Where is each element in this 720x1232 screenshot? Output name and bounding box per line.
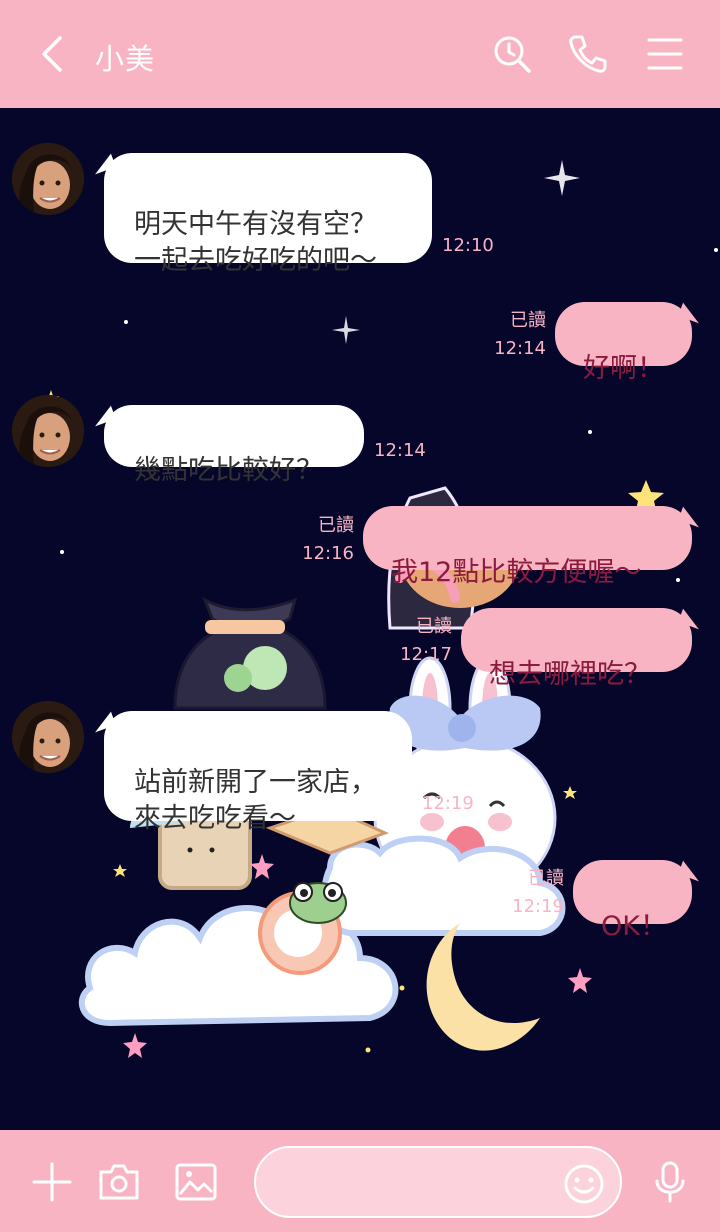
avatar[interactable] bbox=[12, 143, 84, 215]
contact-photo bbox=[12, 701, 84, 773]
message-time: 12:14 bbox=[374, 440, 426, 461]
message-text: 站前新開了一家店， 來去吃吃看～ bbox=[134, 767, 377, 834]
message-time: 12:10 bbox=[442, 235, 494, 256]
message-bubble-outgoing[interactable]: 想去哪裡吃？ bbox=[461, 608, 692, 690]
contact-photo bbox=[12, 143, 84, 215]
avatar[interactable] bbox=[12, 395, 84, 467]
chat-header: 小美 bbox=[0, 0, 720, 108]
read-receipt: 已讀 bbox=[318, 515, 354, 536]
message-bubble-outgoing[interactable]: 好啊！ bbox=[555, 302, 692, 384]
message-bubble-incoming[interactable]: 幾點吃比較好？ bbox=[104, 405, 364, 486]
message-time: 12:17 bbox=[400, 644, 452, 665]
message-text: 想去哪裡吃？ bbox=[489, 659, 651, 690]
search-icon[interactable] bbox=[490, 32, 534, 76]
smiley-icon[interactable] bbox=[562, 1162, 606, 1206]
message-text: OK！ bbox=[601, 911, 667, 942]
contact-photo bbox=[12, 395, 84, 467]
plus-icon[interactable] bbox=[30, 1160, 74, 1204]
message-input-container[interactable] bbox=[254, 1146, 622, 1218]
phone-icon[interactable] bbox=[566, 32, 610, 76]
chat-area[interactable]: 明天中午有沒有空？ 一起去吃好吃的吧～ 12:10 已讀 12:14 好啊！ 幾… bbox=[0, 108, 720, 1130]
input-bar bbox=[0, 1130, 720, 1232]
message-bubble-incoming[interactable]: 站前新開了一家店， 來去吃吃看～ bbox=[104, 711, 412, 834]
read-receipt: 已讀 bbox=[528, 868, 564, 889]
message-text: 我12點比較方便喔～ bbox=[391, 557, 642, 588]
message-bubble-outgoing[interactable]: 我12點比較方便喔～ bbox=[363, 506, 692, 588]
camera-icon[interactable] bbox=[97, 1160, 141, 1204]
message-text: 明天中午有沒有空？ 一起去吃好吃的吧～ bbox=[134, 209, 377, 276]
menu-icon[interactable] bbox=[643, 32, 687, 76]
avatar[interactable] bbox=[12, 701, 84, 773]
chat-title: 小美 bbox=[95, 42, 156, 76]
message-time: 12:19 bbox=[422, 793, 474, 814]
microphone-icon[interactable] bbox=[648, 1160, 692, 1204]
read-receipt: 已讀 bbox=[416, 616, 452, 637]
message-bubble-outgoing[interactable]: OK！ bbox=[573, 860, 692, 942]
message-time: 12:19 bbox=[512, 896, 564, 917]
read-receipt: 已讀 bbox=[510, 310, 546, 331]
message-text: 幾點吃比較好？ bbox=[134, 455, 323, 486]
message-time: 12:16 bbox=[302, 543, 354, 564]
image-icon[interactable] bbox=[174, 1160, 218, 1204]
chevron-left-icon[interactable] bbox=[34, 34, 70, 74]
message-input[interactable] bbox=[276, 1166, 556, 1200]
message-text: 好啊！ bbox=[583, 353, 664, 384]
message-bubble-incoming[interactable]: 明天中午有沒有空？ 一起去吃好吃的吧～ bbox=[104, 153, 432, 276]
message-time: 12:14 bbox=[494, 338, 546, 359]
